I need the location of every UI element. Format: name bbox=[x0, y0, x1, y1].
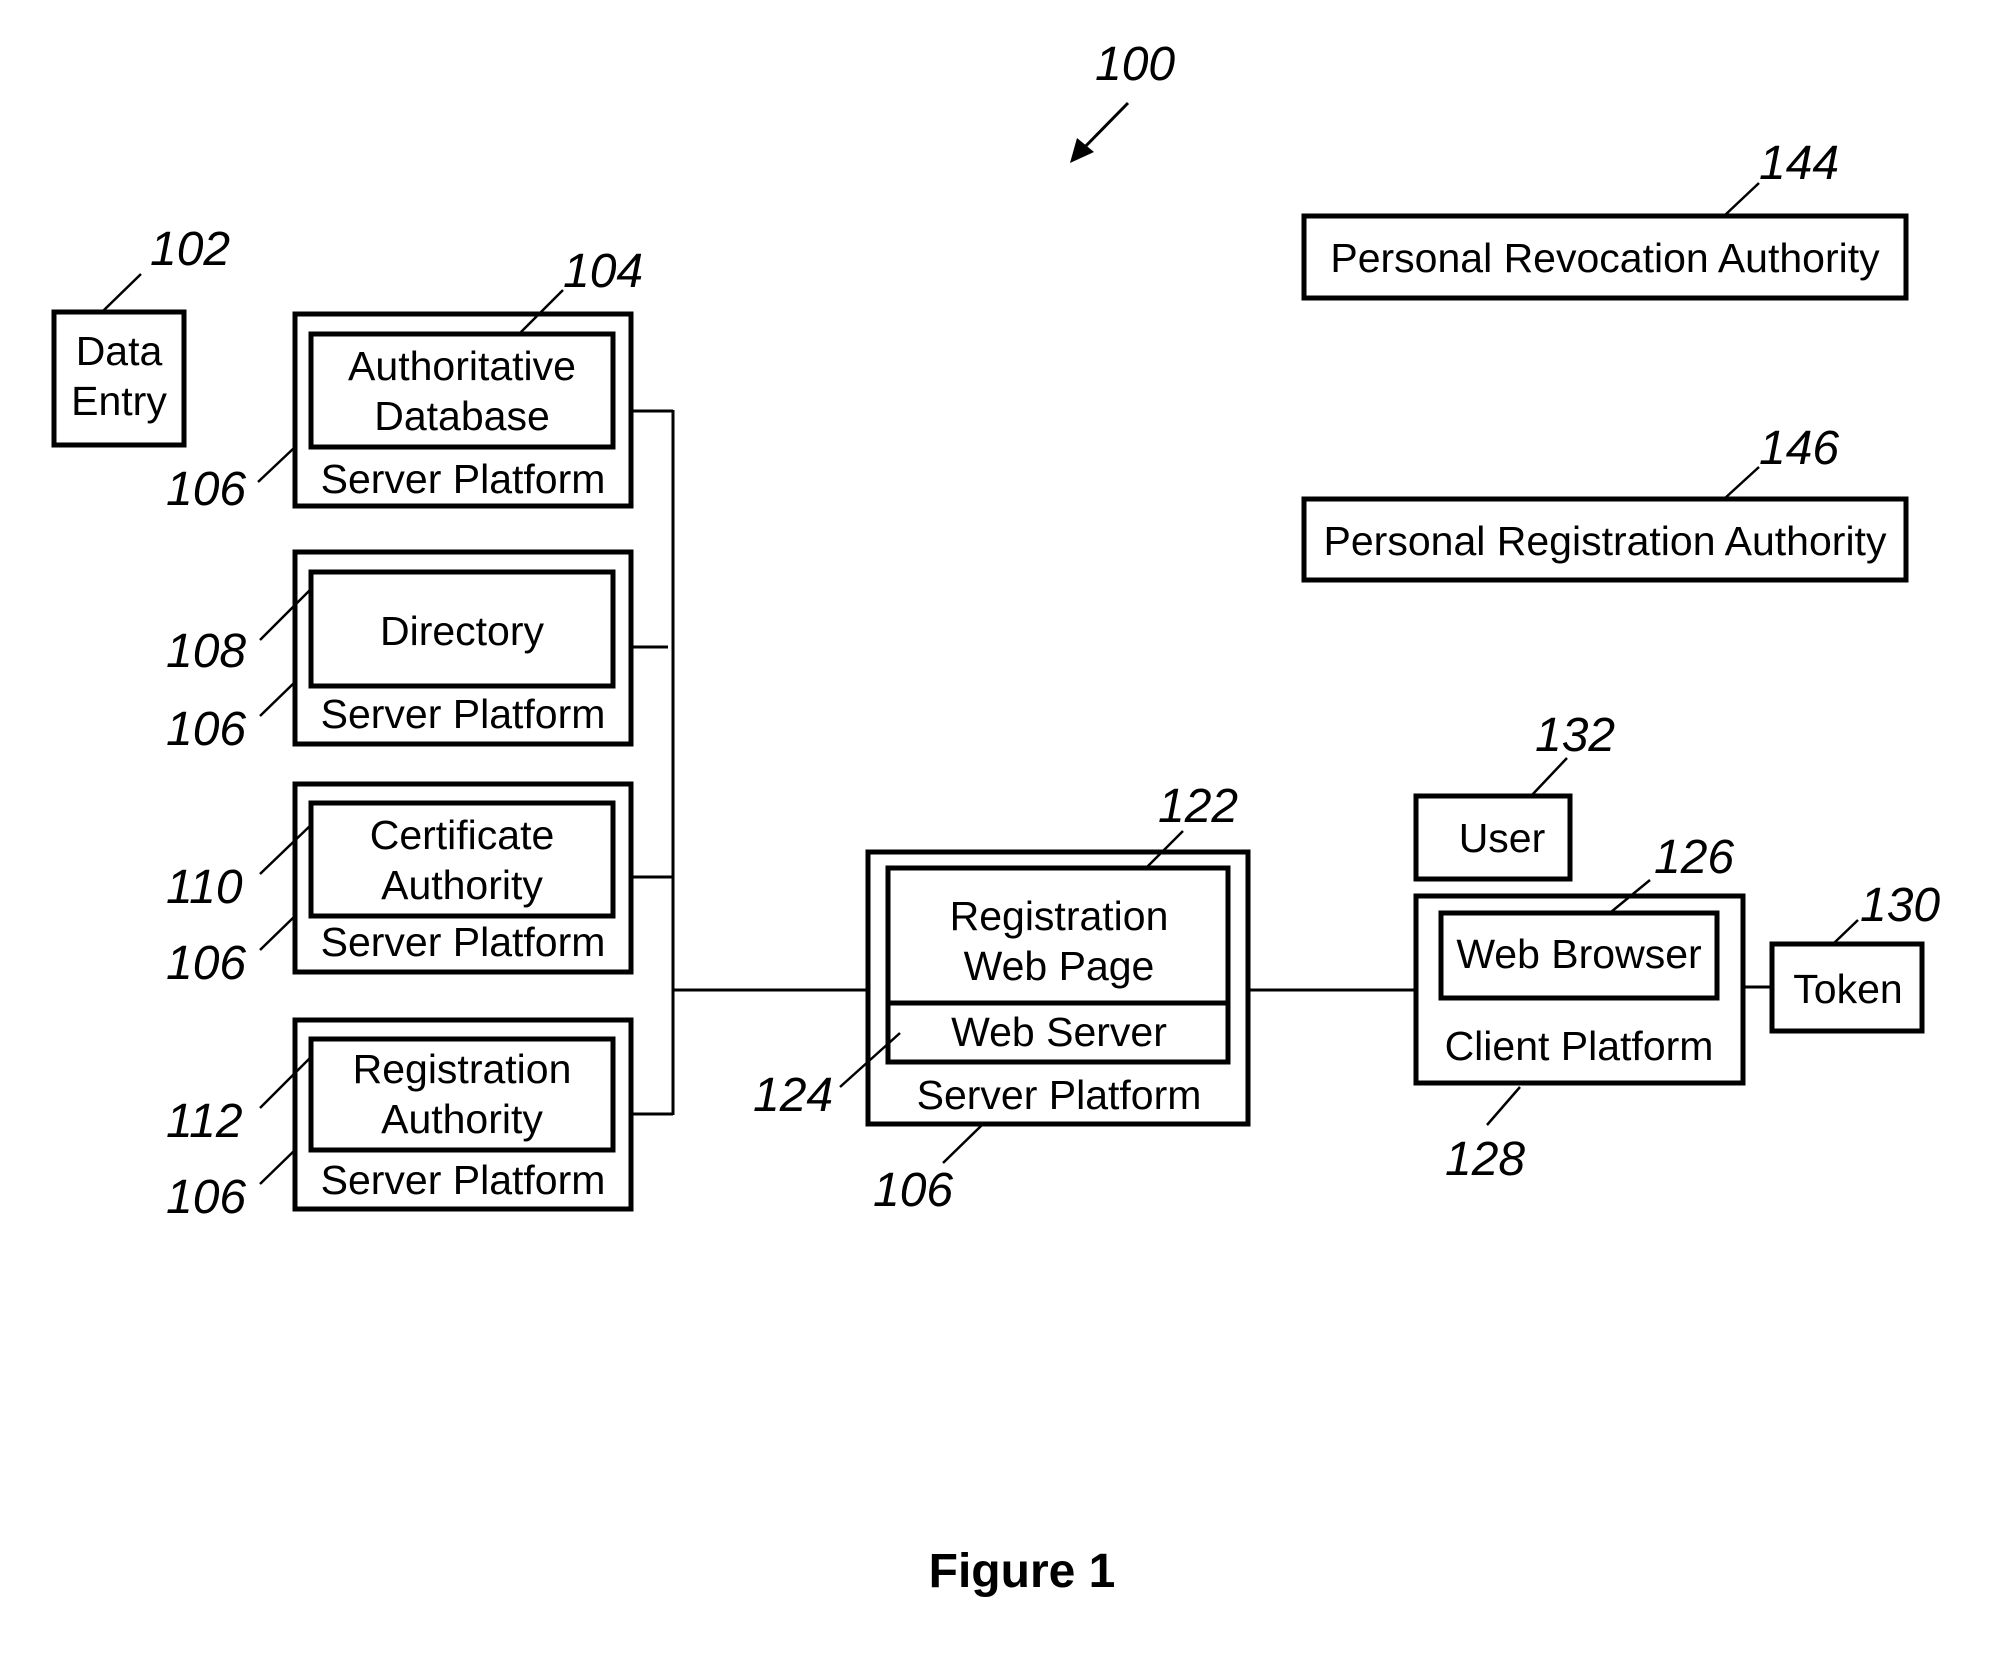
ref-128: 128 bbox=[1445, 1133, 1525, 1186]
ref-132: 132 bbox=[1535, 709, 1615, 762]
ca-label-line2: Authority bbox=[381, 862, 543, 908]
web-server-label: Web Server bbox=[951, 1009, 1167, 1055]
data-entry-node: Data Entry 102 bbox=[51, 223, 230, 448]
revocation-authority-label: Personal Revocation Authority bbox=[1330, 235, 1880, 281]
ref-112: 112 bbox=[166, 1095, 243, 1148]
ref-130: 130 bbox=[1860, 879, 1940, 932]
leader-106-ra bbox=[259, 1149, 296, 1185]
auth-db-label-line1: Authoritative bbox=[348, 343, 576, 389]
leader-106-directory bbox=[259, 681, 296, 717]
server-bus bbox=[632, 409, 867, 1116]
directory-platform-label: Server Platform bbox=[321, 691, 606, 737]
registration-authority-node: Personal Registration Authority 146 bbox=[1301, 422, 1909, 583]
ref-100: 100 bbox=[1095, 38, 1175, 91]
ref-126: 126 bbox=[1654, 831, 1734, 884]
leader-106-reg bbox=[942, 1124, 983, 1164]
leader-102 bbox=[102, 273, 142, 312]
leader-106-authdb bbox=[257, 447, 295, 483]
ref-122: 122 bbox=[1158, 780, 1238, 833]
ca-label-line1: Certificate bbox=[370, 812, 555, 858]
client-platform-label: Client Platform bbox=[1445, 1023, 1714, 1069]
ra-label-line2: Authority bbox=[381, 1096, 543, 1142]
token-node: Token 130 bbox=[1743, 879, 1940, 1034]
ref-106-reg: 106 bbox=[873, 1164, 953, 1217]
ref-144: 144 bbox=[1759, 137, 1839, 190]
ref-108: 108 bbox=[166, 625, 246, 678]
ra-server: Registration Authority Server Platform 1… bbox=[166, 1017, 634, 1224]
ra-platform-label: Server Platform bbox=[321, 1157, 606, 1203]
user-node: User 132 bbox=[1413, 709, 1615, 882]
ca-server: Certificate Authority Server Platform 11… bbox=[166, 781, 634, 990]
auth-db-label-line2: Database bbox=[374, 393, 550, 439]
ref-106-directory: 106 bbox=[166, 703, 246, 756]
ref-106-ca: 106 bbox=[166, 937, 246, 990]
auth-db-platform-label: Server Platform bbox=[321, 456, 606, 502]
directory-server: Directory Server Platform 108 106 bbox=[166, 549, 634, 756]
data-entry-label-line2: Entry bbox=[71, 378, 167, 424]
leader-130 bbox=[1832, 919, 1859, 945]
reg-web-page-line1: Registration bbox=[950, 893, 1169, 939]
ref-104: 104 bbox=[563, 245, 643, 298]
registration-authority-label: Personal Registration Authority bbox=[1324, 518, 1887, 564]
reg-web-page-line2: Web Page bbox=[964, 943, 1155, 989]
reg-server-platform-label: Server Platform bbox=[917, 1072, 1202, 1118]
ref-110: 110 bbox=[166, 861, 243, 914]
leader-128 bbox=[1486, 1086, 1521, 1126]
leader-106-ca bbox=[259, 915, 296, 951]
token-label: Token bbox=[1793, 966, 1902, 1012]
system-diagram: 100 Data Entry 102 Authoritative Databas… bbox=[51, 38, 1940, 1598]
auth-db-server: Authoritative Database Server Platform 1… bbox=[166, 245, 643, 516]
ca-platform-label: Server Platform bbox=[321, 919, 606, 965]
leader-132 bbox=[1531, 757, 1568, 796]
figure-caption: Figure 1 bbox=[929, 1545, 1116, 1598]
reg-web-server: Registration Web Page Web Server Server … bbox=[753, 780, 1251, 1217]
data-entry-label-line1: Data bbox=[76, 328, 163, 374]
ra-label-line1: Registration bbox=[353, 1046, 572, 1092]
ref-146: 146 bbox=[1759, 422, 1839, 475]
revocation-authority-node: Personal Revocation Authority 144 bbox=[1301, 137, 1909, 301]
user-label: User bbox=[1459, 815, 1546, 861]
client-platform: Web Browser Client Platform 126 128 bbox=[1413, 831, 1746, 1186]
ref-106-ra: 106 bbox=[166, 1171, 246, 1224]
ref-102: 102 bbox=[150, 223, 230, 276]
ref-106-authdb: 106 bbox=[166, 463, 246, 516]
web-browser-label: Web Browser bbox=[1456, 931, 1701, 977]
leader-146 bbox=[1723, 466, 1760, 500]
system-reference: 100 bbox=[1070, 38, 1175, 163]
ref-124: 124 bbox=[753, 1069, 833, 1122]
leader-144 bbox=[1723, 182, 1760, 217]
directory-label: Directory bbox=[380, 608, 545, 654]
